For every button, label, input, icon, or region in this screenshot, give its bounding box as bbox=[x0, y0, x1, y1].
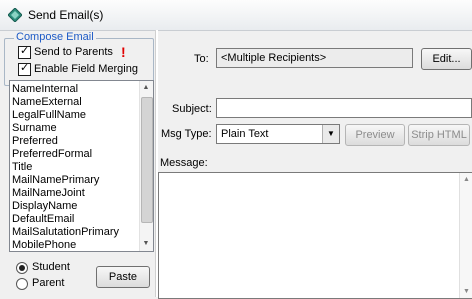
list-item[interactable]: Preferred bbox=[12, 135, 58, 148]
message-label: Message: bbox=[160, 157, 208, 169]
enable-field-merging-checkbox[interactable]: ✓ bbox=[18, 62, 31, 76]
msg-type-label: Msg Type: bbox=[161, 128, 212, 140]
subject-input[interactable] bbox=[216, 98, 472, 118]
scroll-thumb[interactable] bbox=[141, 97, 153, 223]
chevron-down-icon[interactable]: ▼ bbox=[322, 125, 339, 143]
list-item[interactable]: MailNameJoint bbox=[12, 187, 85, 200]
list-item[interactable]: NameInternal bbox=[12, 83, 78, 96]
merge-fields-list[interactable]: NameInternal NameExternal LegalFullName … bbox=[9, 80, 154, 252]
check-mark-icon: ✓ bbox=[20, 62, 30, 74]
send-to-parents-checkbox[interactable]: ✓ bbox=[18, 45, 31, 59]
scroll-down-icon[interactable]: ▼ bbox=[463, 288, 470, 295]
edit-recipients-button[interactable]: Edit... bbox=[421, 48, 472, 70]
check-mark-icon: ✓ bbox=[20, 45, 30, 57]
list-item[interactable]: DisplayName bbox=[12, 200, 77, 213]
list-item[interactable]: LegalFullName bbox=[12, 109, 86, 122]
subject-label: Subject: bbox=[172, 103, 212, 115]
title-bar: Send Email(s) bbox=[0, 0, 472, 31]
msg-type-select[interactable]: Plain Text ▼ bbox=[216, 124, 340, 144]
enable-field-merging-label[interactable]: Enable Field Merging bbox=[34, 63, 138, 75]
parent-radio-label[interactable]: Parent bbox=[32, 277, 64, 289]
scroll-down-icon[interactable]: ▼ bbox=[142, 240, 150, 248]
strip-html-button[interactable]: Strip HTML bbox=[408, 124, 470, 146]
list-item[interactable]: DefaultEmail bbox=[12, 213, 74, 226]
send-to-parents-label[interactable]: Send to Parents bbox=[34, 46, 113, 58]
list-item[interactable]: Title bbox=[12, 161, 32, 174]
message-textarea[interactable]: ▲ ▼ bbox=[158, 172, 472, 299]
student-radio[interactable] bbox=[16, 262, 28, 274]
message-scrollbar[interactable]: ▲ ▼ bbox=[459, 173, 472, 298]
radio-selected-dot bbox=[19, 265, 25, 271]
parent-radio[interactable] bbox=[16, 278, 28, 290]
preview-button[interactable]: Preview bbox=[345, 124, 405, 146]
list-item[interactable]: MailSalutationPrimary bbox=[12, 226, 119, 239]
compose-email-label: Compose Email bbox=[14, 31, 96, 43]
to-label: To: bbox=[194, 53, 209, 65]
scroll-up-icon[interactable]: ▲ bbox=[142, 84, 150, 92]
list-item[interactable]: NameExternal bbox=[12, 96, 82, 109]
app-diamond-icon bbox=[8, 8, 22, 22]
list-item[interactable]: MobilePhone bbox=[12, 239, 76, 251]
scroll-up-icon[interactable]: ▲ bbox=[463, 176, 470, 183]
list-item[interactable]: Surname bbox=[12, 122, 57, 135]
list-item[interactable]: MailNamePrimary bbox=[12, 174, 99, 187]
student-radio-label[interactable]: Student bbox=[32, 261, 70, 273]
warning-icon: ! bbox=[121, 44, 126, 60]
msg-type-value: Plain Text bbox=[221, 128, 269, 140]
list-item[interactable]: PreferredFormal bbox=[12, 148, 92, 161]
paste-button[interactable]: Paste bbox=[96, 266, 150, 288]
list-scrollbar[interactable]: ▲ ▼ bbox=[139, 81, 153, 251]
to-field: <Multiple Recipients> bbox=[216, 48, 413, 68]
window-title: Send Email(s) bbox=[28, 8, 104, 22]
